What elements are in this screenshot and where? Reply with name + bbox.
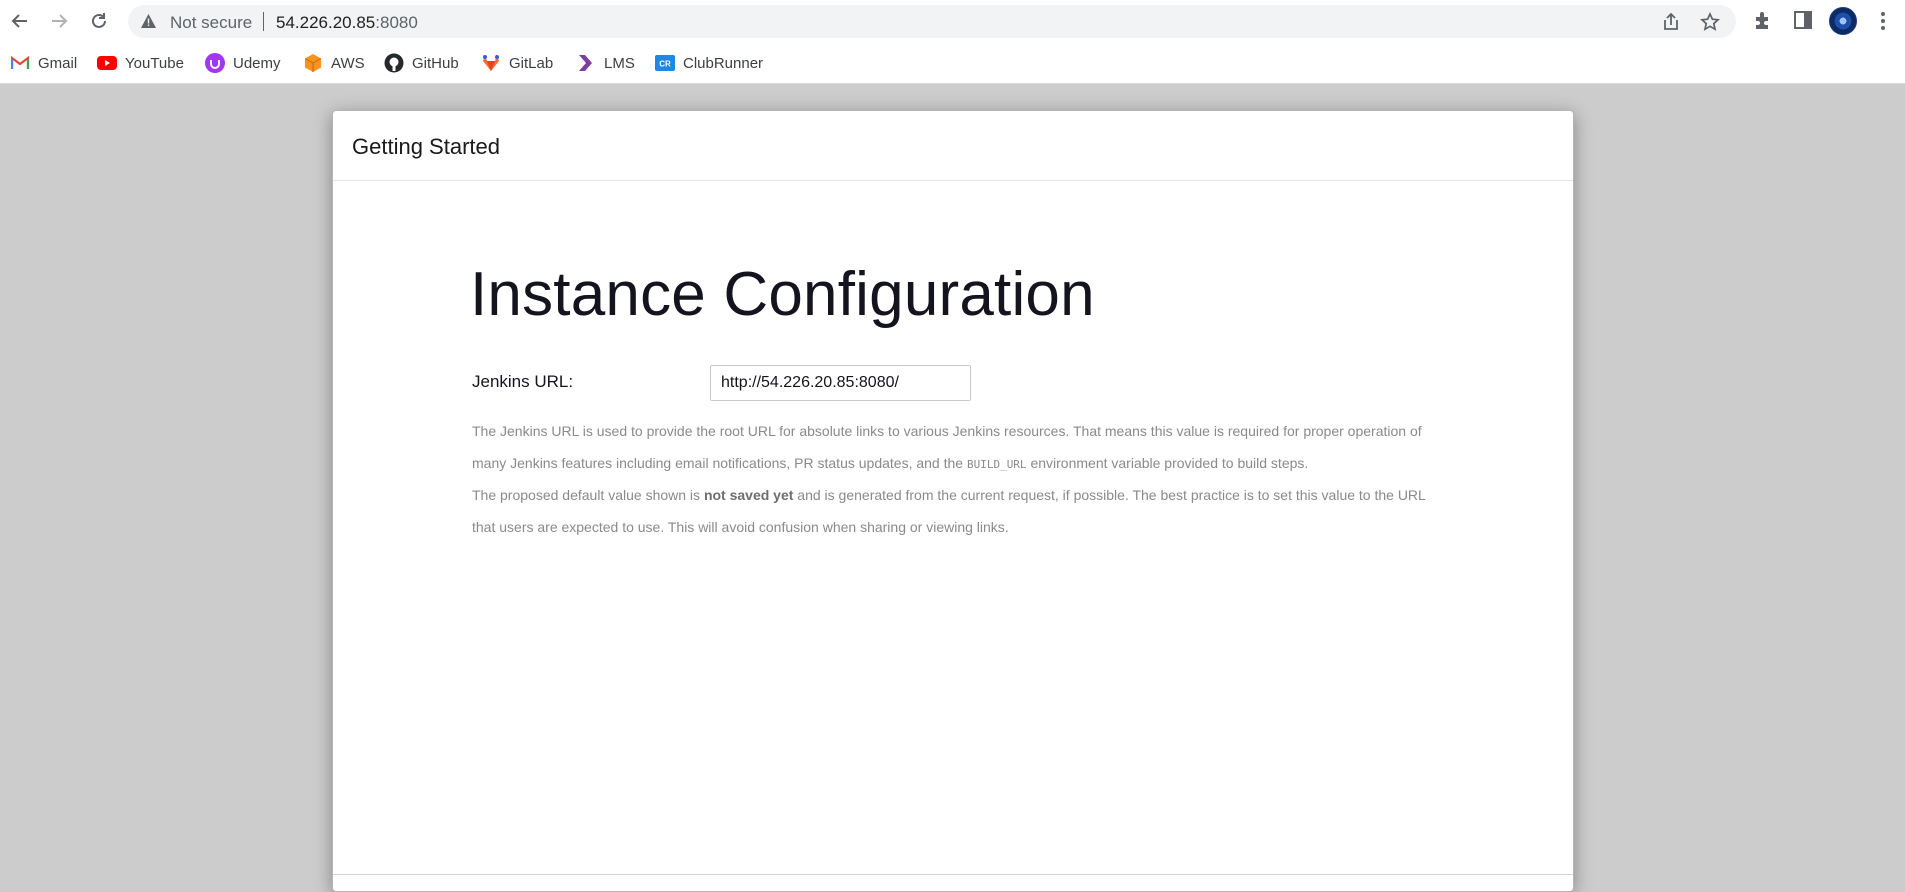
side-panel-icon[interactable] <box>1792 9 1814 31</box>
kebab-menu-icon[interactable] <box>1878 10 1888 32</box>
url-host: 54.226.20.85 <box>276 13 376 32</box>
aws-icon <box>303 53 323 73</box>
bookmark-label: GitHub <box>412 54 459 72</box>
jenkins-url-help: The Jenkins URL is used to provide the r… <box>472 416 1442 543</box>
reload-icon <box>92 13 106 28</box>
setup-wizard-panel: Getting Started Instance Configuration J… <box>332 110 1574 892</box>
gitlab-icon <box>481 53 501 73</box>
bookmark-udemy[interactable]: Udemy <box>205 52 281 74</box>
bookmark-label: GitLab <box>509 54 554 72</box>
address-bar[interactable]: Not secure 54.226.20.85:8080 <box>128 5 1736 38</box>
github-icon <box>384 53 404 73</box>
help-paragraph-2: The proposed default value shown is not … <box>472 480 1442 543</box>
omnibox-divider <box>263 12 264 31</box>
warning-icon[interactable] <box>140 13 157 29</box>
forward-arrow-icon <box>52 14 68 28</box>
svg-text:CR: CR <box>659 60 671 69</box>
url-text[interactable]: 54.226.20.85:8080 <box>276 13 418 33</box>
udemy-icon <box>205 53 225 73</box>
jenkins-url-input[interactable] <box>710 365 971 401</box>
bookmark-label: ClubRunner <box>683 54 764 72</box>
gmail-icon <box>10 53 30 73</box>
bookmark-youtube[interactable]: YouTube <box>97 52 184 74</box>
bookmark-label: Gmail <box>38 54 78 72</box>
build-url-code: BUILD_URL <box>966 457 1027 471</box>
bookmark-clubrunner[interactable]: CR ClubRunner <box>655 52 763 74</box>
bookmark-gmail[interactable]: Gmail <box>10 52 77 74</box>
reload-button[interactable] <box>87 9 111 33</box>
page-heading: Instance Configuration <box>470 260 1095 329</box>
youtube-icon <box>97 53 117 73</box>
bookmark-star-icon[interactable] <box>1700 12 1720 32</box>
security-label[interactable]: Not secure <box>170 13 252 33</box>
bookmark-github[interactable]: GitHub <box>384 52 459 74</box>
bookmark-lms[interactable]: LMS <box>576 52 635 74</box>
help-text: The proposed default value shown is <box>472 487 704 503</box>
not-saved-emphasis: not saved yet <box>703 487 794 503</box>
profile-avatar[interactable] <box>1829 7 1857 35</box>
lms-icon <box>576 53 596 73</box>
forward-button[interactable] <box>47 9 71 33</box>
extensions-icon[interactable] <box>1752 9 1774 31</box>
back-button[interactable] <box>8 9 32 33</box>
bookmark-aws[interactable]: AWS <box>303 52 365 74</box>
bookmark-label: YouTube <box>125 54 184 72</box>
panel-header: Getting Started <box>333 111 1573 181</box>
clubrunner-icon: CR <box>655 53 675 73</box>
bookmark-gitlab[interactable]: GitLab <box>481 52 553 74</box>
bookmark-label: Udemy <box>233 54 281 72</box>
bookmark-label: AWS <box>331 54 365 72</box>
url-port: :8080 <box>375 13 418 32</box>
back-arrow-icon <box>11 14 27 28</box>
bookmark-label: LMS <box>604 54 635 72</box>
help-paragraph-1: The Jenkins URL is used to provide the r… <box>472 416 1442 480</box>
jenkins-url-label: Jenkins URL: <box>472 372 574 391</box>
browser-toolbar: Not secure 54.226.20.85:8080 <box>0 0 1905 43</box>
bookmarks-bar: Gmail YouTube Udemy AWS GitHub GitLab LM… <box>0 43 1905 84</box>
panel-title: Getting Started <box>352 134 500 159</box>
share-icon[interactable] <box>1661 12 1681 32</box>
help-text: environment variable provided to build s… <box>1026 454 1309 471</box>
